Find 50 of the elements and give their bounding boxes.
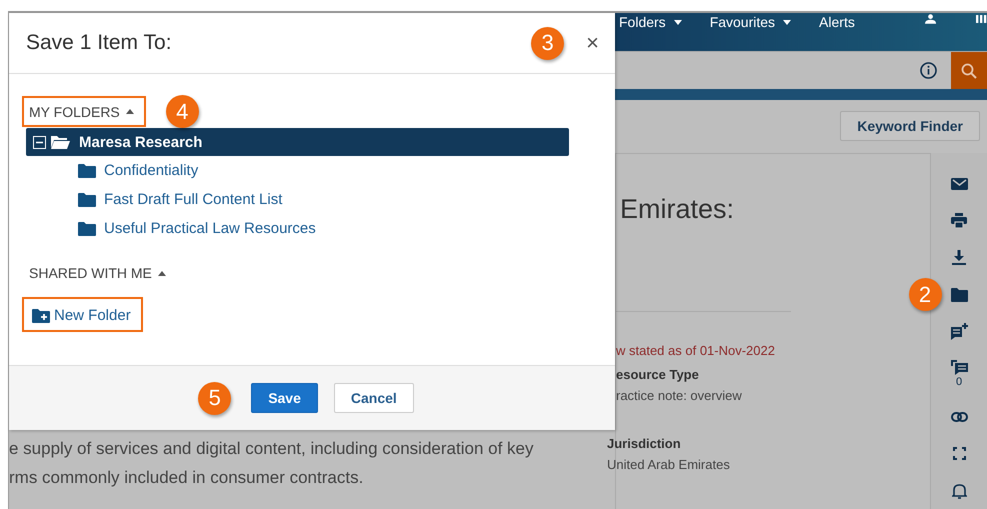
folder-item[interactable]: Maresa Research [26,128,569,156]
field-value: ractice note: overview [616,388,743,403]
folder-plus-icon [32,308,50,322]
callout-badge: 2 [908,278,942,311]
user-icon[interactable] [924,13,936,25]
caret-icon [674,20,682,24]
folder-icon[interactable] [950,288,968,302]
bell-icon[interactable] [952,482,966,498]
search-button[interactable] [951,52,987,89]
nav-menu-item[interactable]: Favourites [710,14,792,30]
comments-icon[interactable] [950,360,968,375]
grid-icon[interactable] [976,14,987,24]
nav-menu-item[interactable]: Alerts [819,14,855,30]
caret-icon [126,109,134,114]
folder-icon [78,192,96,206]
info-icon[interactable] [920,62,937,80]
download-icon[interactable] [952,250,966,265]
folder-item[interactable]: Useful Practical Law Resources [26,214,569,243]
field-value: United Arab Emirates [607,457,731,472]
new-folder-link[interactable]: New Folder [22,297,143,332]
folder-item[interactable]: Fast Draft Full Content List [26,185,569,214]
folder-icon [78,222,96,236]
keyword-finder-button[interactable]: Keyword Finder [840,111,980,142]
field-label: esource Type [616,367,700,382]
document-heading: Emirates: [620,194,736,225]
cancel-button[interactable]: Cancel [334,383,414,413]
status-text: w stated as of 01-Nov-2022 [616,343,776,358]
save-button[interactable]: Save [251,383,318,413]
nav-menu-item[interactable]: Folders [619,14,682,30]
section-toggle[interactable]: SHARED WITH ME [22,257,178,288]
collapse-icon[interactable] [33,136,46,148]
fullscreen-icon[interactable] [952,447,966,460]
print-icon[interactable] [951,213,967,228]
caret-icon [783,20,792,24]
link-icon[interactable] [950,412,968,422]
folder-item[interactable]: Confidentiality [26,156,569,185]
folder-icon [51,135,70,149]
search-icon [961,62,977,79]
callout-badge: 5 [198,382,232,414]
folder-icon [78,164,96,178]
close-button[interactable]: × [586,30,599,56]
callout-badge: 4 [166,95,199,128]
comment-count: 0 [956,376,962,388]
callout-badge: 3 [531,26,564,60]
mail-icon[interactable] [950,178,968,190]
caret-icon [158,270,166,276]
field-label: Jurisdiction [607,436,682,451]
add-comment-icon[interactable] [950,323,968,340]
dialog-title: Save 1 Item To: [26,31,173,55]
section-toggle[interactable]: MY FOLDERS [22,96,146,126]
